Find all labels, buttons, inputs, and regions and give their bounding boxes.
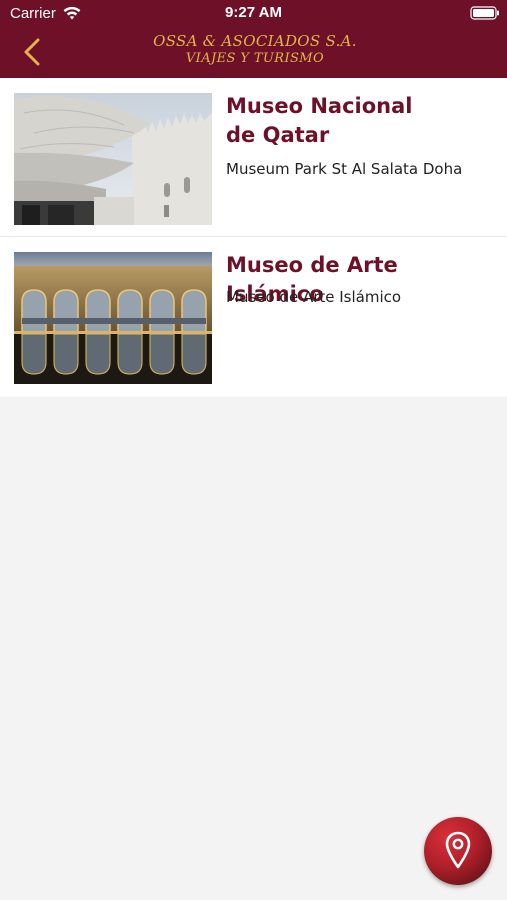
place-title-line1: Museo Nacional xyxy=(226,94,413,118)
map-pin-icon xyxy=(445,831,471,869)
list-item[interactable]: Museo de Arte Islámico Museo de Arte Isl… xyxy=(0,237,507,397)
status-bar: Carrier 9:27 AM xyxy=(0,0,507,28)
place-address: Museum Park St Al Salata Doha xyxy=(226,160,463,178)
battery-icon xyxy=(470,6,499,20)
top-bar: Carrier 9:27 AM OSSA & ASOCIADOS S.A. VI… xyxy=(0,0,507,78)
place-address: Museo de Arte Islámico xyxy=(226,288,402,306)
place-thumbnail xyxy=(14,93,212,225)
chevron-left-icon[interactable] xyxy=(22,38,42,66)
brand-logo: OSSA & ASOCIADOS S.A. VIAJES Y TURISMO xyxy=(120,33,390,67)
place-thumbnail xyxy=(14,252,212,384)
place-title: Museo Nacional de Qatar xyxy=(226,92,496,150)
place-title-line2: de Qatar xyxy=(226,123,330,147)
status-time: 9:27 AM xyxy=(225,4,282,21)
places-list: Museo Nacional de Qatar Museum Park St A… xyxy=(0,78,507,397)
brand-tagline: VIAJES Y TURISMO xyxy=(185,51,325,66)
map-button[interactable] xyxy=(424,817,492,885)
brand-name: OSSA & ASOCIADOS S.A. xyxy=(153,32,357,50)
list-item[interactable]: Museo Nacional de Qatar Museum Park St A… xyxy=(0,78,507,237)
